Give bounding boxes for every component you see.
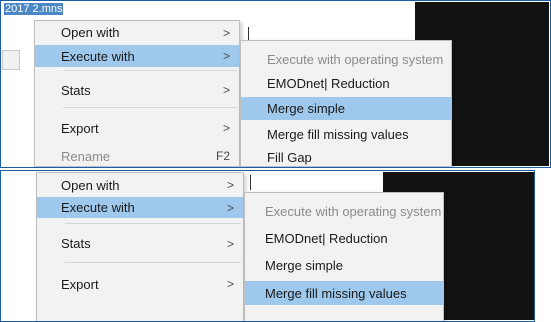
menu-item-label: Rename bbox=[61, 148, 111, 164]
menu-item-export[interactable]: Export > bbox=[35, 115, 239, 141]
submenu-item-merge-fill-missing[interactable]: Merge fill missing values bbox=[245, 281, 443, 305]
menu-item-execute-with[interactable]: Execute with > bbox=[35, 45, 239, 67]
menu-item-rename[interactable]: Rename F2 bbox=[35, 145, 239, 167]
chevron-right-icon: > bbox=[226, 236, 234, 251]
submenu-item-label: Merge simple bbox=[267, 101, 346, 116]
submenu-item-merge-simple[interactable]: Merge simple bbox=[241, 97, 451, 120]
submenu-item-fill-gap[interactable]: Fill Gap bbox=[241, 147, 451, 168]
submenu-item-label: Fill Gap bbox=[267, 150, 312, 165]
menu-item-open-with[interactable]: Open with > bbox=[37, 175, 243, 195]
rename-shortcut: F2 bbox=[215, 149, 230, 163]
chevron-right-icon: > bbox=[222, 83, 230, 97]
menu-separator bbox=[63, 107, 237, 108]
submenu-item-label: EMODnet| Reduction bbox=[265, 230, 388, 246]
execute-with-submenu: Execute with operating system EMODnet| R… bbox=[240, 40, 452, 167]
screenshot-2: Open with > Execute with > Stats > Expor… bbox=[0, 170, 551, 322]
submenu-item-merge-simple[interactable]: Merge simple bbox=[245, 253, 443, 277]
chevron-right-icon: > bbox=[222, 121, 230, 135]
menu-item-open-with[interactable]: Open with > bbox=[35, 22, 239, 43]
context-menu: Open with > Execute with > Stats > Expor… bbox=[34, 20, 240, 167]
screenshot-1: 2017 2.mns Open with > Execute with > St… bbox=[0, 0, 551, 168]
submenu-item-label: Merge simple bbox=[265, 257, 344, 273]
submenu-item-label: Execute with operating system bbox=[265, 203, 442, 219]
text-cursor bbox=[250, 175, 251, 190]
menu-item-execute-with[interactable]: Execute with > bbox=[37, 197, 243, 218]
menu-item-label: Open with bbox=[61, 177, 120, 193]
submenu-item-label: Execute with operating system bbox=[267, 51, 444, 67]
submenu-item-label: Merge fill missing values bbox=[265, 285, 407, 301]
submenu-item-execute-os[interactable]: Execute with operating system bbox=[241, 47, 451, 71]
submenu-item-execute-os[interactable]: Execute with operating system bbox=[245, 199, 443, 223]
chevron-right-icon: > bbox=[226, 200, 234, 215]
submenu-item-emodnet-reduction[interactable]: EMODnet| Reduction bbox=[241, 71, 451, 95]
menu-item-label: Execute with bbox=[61, 200, 135, 215]
chevron-right-icon: > bbox=[222, 25, 230, 40]
menu-item-label: Open with bbox=[61, 25, 120, 40]
menu-item-label: Stats bbox=[61, 236, 91, 251]
menu-separator bbox=[63, 70, 237, 71]
menu-separator bbox=[65, 223, 241, 224]
menu-item-export[interactable]: Export > bbox=[37, 271, 243, 297]
menu-separator bbox=[65, 262, 241, 263]
submenu-item-label: EMODnet| Reduction bbox=[267, 75, 390, 91]
background-file-name: 2017 2.mns bbox=[4, 3, 64, 15]
menu-item-label: Stats bbox=[61, 82, 91, 98]
chevron-right-icon: > bbox=[226, 277, 234, 291]
menu-item-label: Export bbox=[61, 276, 99, 292]
chevron-right-icon: > bbox=[222, 49, 230, 63]
execute-with-submenu: Execute with operating system EMODnet| R… bbox=[244, 192, 444, 322]
submenu-item-label: Merge fill missing values bbox=[267, 126, 409, 142]
menu-item-label: Export bbox=[61, 120, 99, 136]
chevron-right-icon: > bbox=[226, 178, 234, 192]
menu-item-stats[interactable]: Stats > bbox=[37, 230, 243, 257]
file-icon bbox=[2, 50, 20, 70]
submenu-item-merge-fill-missing[interactable]: Merge fill missing values bbox=[241, 122, 451, 146]
menu-item-stats[interactable]: Stats > bbox=[35, 77, 239, 103]
context-menu: Open with > Execute with > Stats > Expor… bbox=[36, 172, 244, 322]
submenu-item-emodnet-reduction[interactable]: EMODnet| Reduction bbox=[245, 226, 443, 250]
menu-item-label: Execute with bbox=[61, 48, 135, 64]
